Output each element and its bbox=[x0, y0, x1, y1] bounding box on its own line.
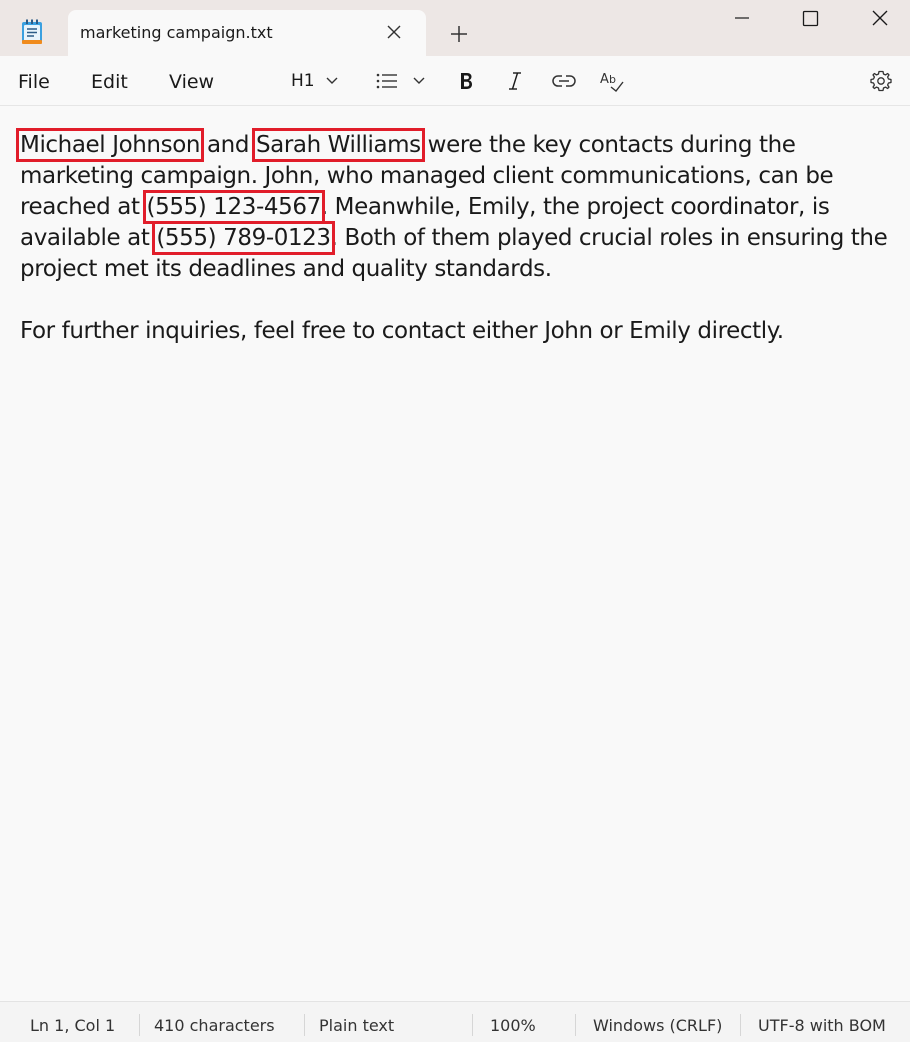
line-endings[interactable]: Windows (CRLF) bbox=[593, 1016, 722, 1035]
chevron-down-icon bbox=[413, 77, 425, 84]
encoding[interactable]: UTF-8 with BOM bbox=[758, 1016, 886, 1035]
highlighted-phone: (555) 789-0123 bbox=[152, 221, 335, 255]
list-dropdown[interactable] bbox=[376, 56, 426, 106]
status-divider bbox=[139, 1014, 140, 1036]
status-divider bbox=[304, 1014, 305, 1036]
menu-view[interactable]: View bbox=[169, 71, 214, 93]
document-tab[interactable]: marketing campaign.txt bbox=[68, 10, 426, 58]
italic-button[interactable] bbox=[505, 56, 525, 106]
status-bar: Ln 1, Col 1 410 characters Plain text 10… bbox=[0, 1001, 910, 1042]
tab-title: marketing campaign.txt bbox=[80, 23, 273, 42]
menu-file[interactable]: File bbox=[18, 71, 50, 93]
svg-text:A: A bbox=[600, 72, 609, 87]
heading-label: H1 bbox=[291, 71, 315, 91]
svg-text:b: b bbox=[609, 73, 616, 86]
menu-edit[interactable]: Edit bbox=[91, 71, 128, 93]
minimize-icon bbox=[735, 17, 749, 19]
text-run: and bbox=[200, 132, 256, 158]
minimize-button[interactable] bbox=[712, 0, 772, 40]
plus-icon[interactable] bbox=[448, 23, 470, 45]
menu-toolbar: File Edit View H1 A b bbox=[0, 56, 910, 106]
spellcheck-icon: A b bbox=[600, 72, 624, 92]
bold-button[interactable] bbox=[456, 56, 476, 106]
highlighted-name: Michael Johnson bbox=[15, 128, 205, 162]
link-button[interactable] bbox=[552, 56, 576, 106]
close-icon bbox=[872, 10, 888, 26]
highlighted-phone: (555) 123-4567 bbox=[142, 190, 325, 224]
link-icon bbox=[552, 75, 576, 87]
gear-icon bbox=[870, 70, 892, 92]
zoom-level[interactable]: 100% bbox=[490, 1016, 536, 1035]
cursor-position: Ln 1, Col 1 bbox=[30, 1016, 116, 1035]
heading-dropdown[interactable]: H1 bbox=[291, 56, 339, 106]
italic-icon bbox=[509, 72, 521, 90]
text-editor[interactable]: Michael Johnson and Sarah Williams were … bbox=[15, 128, 890, 347]
bold-icon bbox=[461, 73, 472, 89]
status-divider bbox=[575, 1014, 576, 1036]
maximize-icon bbox=[802, 10, 819, 27]
file-format: Plain text bbox=[319, 1016, 395, 1035]
list-icon bbox=[376, 73, 397, 89]
title-bar: marketing campaign.txt bbox=[0, 0, 910, 58]
highlighted-name: Sarah Williams bbox=[251, 128, 425, 162]
notepad-icon bbox=[21, 19, 43, 46]
status-divider bbox=[740, 1014, 741, 1036]
settings-button[interactable] bbox=[869, 56, 893, 106]
spellcheck-button[interactable]: A b bbox=[600, 56, 624, 106]
paragraph: For further inquiries, feel free to cont… bbox=[20, 318, 784, 344]
chevron-down-icon bbox=[326, 77, 338, 84]
paragraph: Michael Johnson and Sarah Williams were … bbox=[15, 128, 890, 285]
close-icon[interactable] bbox=[384, 22, 404, 42]
status-divider bbox=[472, 1014, 473, 1036]
maximize-button[interactable] bbox=[780, 0, 840, 40]
character-count: 410 characters bbox=[154, 1016, 275, 1035]
close-window-button[interactable] bbox=[850, 0, 910, 40]
